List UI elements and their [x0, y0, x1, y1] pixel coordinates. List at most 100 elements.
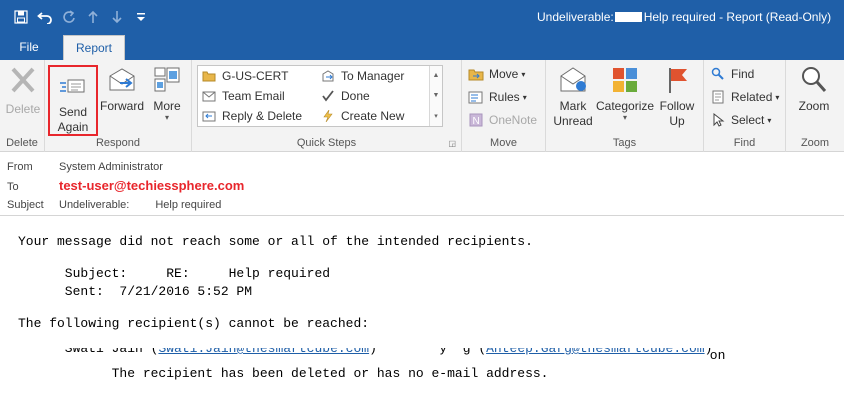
quick-step-reply-delete[interactable]: Reply & Delete: [201, 106, 302, 126]
recipient-name: Swati Jain: [18, 348, 151, 356]
subject-suffix: Help required: [155, 199, 222, 211]
scroll-up-icon[interactable]: ▲: [433, 72, 440, 79]
tags-group: Mark Unread Categorize ▾ Follow Up Tags: [546, 60, 704, 152]
ribbon-tabs: File Report: [0, 35, 844, 60]
undo-icon[interactable]: [34, 6, 56, 28]
respond-group-label: Respond: [95, 137, 141, 149]
send-again-icon: [57, 70, 89, 102]
quick-step-g-us-cert[interactable]: G-US-CERT: [201, 66, 288, 86]
redo-icon[interactable]: [58, 6, 80, 28]
quick-step-label: To Manager: [341, 69, 405, 83]
chevron-down-icon: ▾: [622, 113, 627, 122]
subject-row: Subject Undeliverable: Help required: [7, 199, 221, 211]
send-again-button[interactable]: Send Again: [48, 65, 98, 136]
quick-step-label: Team Email: [222, 89, 285, 103]
from-value[interactable]: System Administrator: [59, 161, 163, 173]
quick-step-label: G-US-CERT: [222, 69, 289, 83]
forward-mail-icon: [320, 68, 336, 84]
quick-step-label: Reply & Delete: [222, 109, 303, 123]
to-value[interactable]: test-user@techiessphere.com: [59, 178, 244, 193]
forward-button[interactable]: Forward: [98, 64, 146, 113]
delete-button[interactable]: Delete: [4, 64, 42, 116]
move-button[interactable]: Move ▾: [468, 64, 525, 84]
subject-label: Subject: [7, 199, 44, 211]
respond-group: Send Again Forward More ▾ Respond: [45, 60, 192, 152]
quick-step-create-new[interactable]: Create New: [320, 106, 404, 126]
related-button[interactable]: Related ▾: [710, 87, 779, 107]
find-button[interactable]: Find: [710, 64, 754, 84]
message-reason-line: The recipient has been deleted or has no…: [18, 366, 549, 381]
mark-unread-button[interactable]: Mark Unread: [550, 64, 596, 129]
dialog-launcher-icon[interactable]: ◲: [448, 139, 456, 148]
recipient-email-link[interactable]: Swati.Jain@thesmartcube.com: [158, 348, 369, 356]
message-line: The following recipient(s) cannot be rea…: [18, 316, 370, 331]
categorize-button[interactable]: Categorize ▾: [596, 64, 654, 122]
reply-delete-icon: [201, 108, 217, 124]
move-group-label: Move: [490, 137, 517, 149]
bracket-open: (: [478, 348, 487, 356]
delete-group-label: Delete: [6, 137, 38, 149]
scroll-down-icon[interactable]: ▼: [433, 92, 440, 99]
chevron-down-icon: ▾: [775, 92, 780, 102]
select-label: Select: [731, 113, 765, 127]
find-group-label: Find: [733, 137, 756, 149]
rules-icon: [468, 89, 484, 105]
recipient-line-clipped: Swati Jain ( Swati.Jain@thesmartcube.com)…: [18, 348, 713, 356]
recipient-on: on: [702, 348, 726, 363]
categorize-icon: [609, 64, 641, 96]
onenote-button[interactable]: N OneNote: [468, 110, 537, 130]
rules-label: Rules: [489, 90, 520, 104]
recipient-email-link[interactable]: Anteep.Garg@thesmartcube.com: [486, 348, 704, 356]
checkmark-icon: [320, 88, 336, 104]
folder-icon: [201, 68, 217, 84]
to-label: To: [7, 181, 19, 193]
chevron-down-icon: ▾: [522, 92, 527, 102]
more-respond-icon: [151, 64, 183, 96]
window-title: Undeliverable: Help required - Report (Re…: [537, 10, 831, 24]
cursor-arrow-icon: [710, 112, 726, 128]
recipient-mid: y g: [376, 348, 479, 356]
chevron-down-icon: ▾: [767, 115, 772, 125]
rules-button[interactable]: Rules ▾: [468, 87, 527, 107]
quick-steps-gallery: G-US-CERT To Manager Team Email Done Rep…: [197, 65, 443, 127]
tab-file[interactable]: File: [10, 35, 48, 60]
people-search-icon: [710, 66, 726, 82]
flag-icon: [661, 64, 693, 96]
chevron-down-icon: ▾: [164, 113, 169, 122]
arrow-down-icon[interactable]: [106, 6, 128, 28]
title-bar: Undeliverable: Help required - Report (Re…: [0, 0, 844, 35]
select-button[interactable]: Select ▾: [710, 110, 771, 130]
customize-toolbar-icon[interactable]: [130, 6, 152, 28]
save-icon[interactable]: [10, 6, 32, 28]
arrow-up-icon[interactable]: [82, 6, 104, 28]
find-group: Find Related ▾ Select ▾ Find: [704, 60, 786, 152]
svg-text:N: N: [473, 116, 480, 127]
lightning-icon: [320, 108, 336, 124]
bracket-close: ): [369, 348, 377, 356]
zoom-button[interactable]: Zoom: [792, 64, 836, 113]
quick-steps-group-label: Quick Steps: [296, 137, 357, 149]
envelope-unread-icon: [557, 64, 589, 96]
quick-step-team-email[interactable]: Team Email: [201, 86, 285, 106]
tab-report[interactable]: Report: [63, 35, 125, 60]
move-group: Move ▾ Rules ▾ N OneNote Move: [462, 60, 546, 152]
redacted-block: [614, 12, 642, 22]
message-header: From System Administrator To test-user@tec…: [0, 153, 844, 215]
magnifier-icon: [798, 64, 830, 96]
message-body: Your message did not reach some or all o…: [0, 215, 844, 412]
ribbon: Delete Delete Send Again Forward More ▾ …: [0, 60, 844, 152]
quick-steps-scrollbar[interactable]: ▲ ▼ ▾: [429, 66, 442, 126]
expand-gallery-icon[interactable]: ▾: [434, 112, 438, 120]
follow-up-button[interactable]: Follow Up: [654, 64, 700, 129]
onenote-label: OneNote: [489, 113, 538, 127]
more-respond-button[interactable]: More ▾: [146, 64, 188, 122]
subject-prefix: Undeliverable:: [59, 199, 130, 211]
window-title-prefix: Undeliverable:: [537, 10, 614, 24]
related-icon: [710, 89, 726, 105]
message-subject-line: Subject: RE: Help required: [18, 266, 331, 281]
quick-step-to-manager[interactable]: To Manager: [320, 66, 404, 86]
categorize-label: Categorize: [596, 99, 655, 113]
more-respond-label: More: [153, 99, 181, 113]
quick-step-done[interactable]: Done: [320, 86, 370, 106]
tags-group-label: Tags: [612, 137, 637, 149]
